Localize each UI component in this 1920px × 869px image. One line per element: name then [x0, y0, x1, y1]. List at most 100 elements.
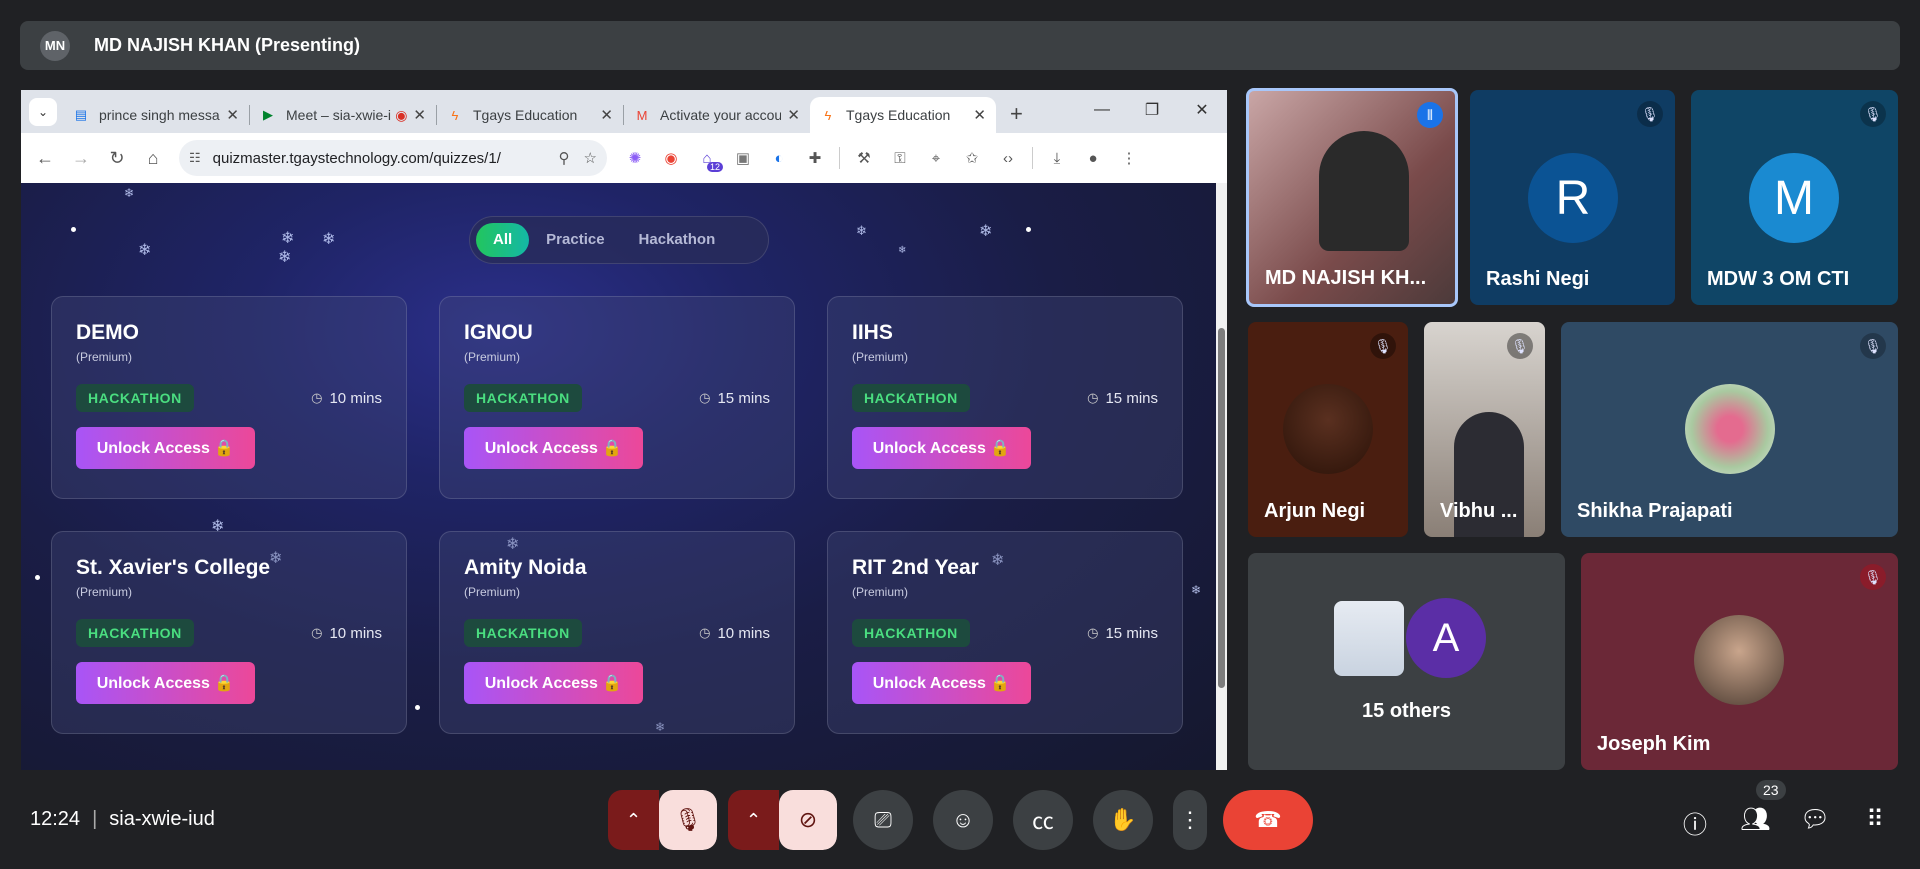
quiz-title: St. Xavier's College	[76, 556, 271, 579]
people-icon[interactable]: 👥︎	[1740, 805, 1770, 834]
participant-tile[interactable]: 🎙︎ Shikha Prajapati	[1561, 322, 1898, 537]
site-info-icon[interactable]: ☷	[189, 150, 201, 166]
activities-grid-icon[interactable]: ⠿	[1860, 805, 1890, 834]
unlock-access-button[interactable]: Unlock Access 🔒	[76, 427, 255, 469]
camera-off-button[interactable]: ⊘	[779, 790, 837, 850]
filter-practice-button[interactable]: Practice	[529, 223, 621, 257]
captions-button[interactable]: ㏄	[1013, 790, 1073, 850]
mic-off-button[interactable]: 🎙︎	[659, 790, 717, 850]
unlock-access-button[interactable]: Unlock Access 🔒	[852, 662, 1031, 704]
extension-chrome-icon[interactable]: ◉	[653, 140, 689, 176]
address-bar[interactable]: ☷ quizmaster.tgaystechnology.com/quizzes…	[179, 140, 607, 176]
snowflake-icon: ❄	[979, 223, 993, 240]
tab-search-button[interactable]: ⌄	[29, 98, 57, 126]
zoom-icon[interactable]: ⚲	[559, 149, 570, 167]
extension-house-icon[interactable]: ⌂ 12	[689, 140, 725, 176]
tab-title: Tgays Education	[473, 107, 578, 123]
browser-tab[interactable]: M Activate your account ✕	[624, 97, 810, 133]
quiz-title: RIT 2nd Year	[852, 556, 979, 579]
back-icon[interactable]: ←	[27, 140, 63, 176]
participant-tile[interactable]: 🎙︎ Vibhu ...	[1424, 322, 1545, 537]
quiz-card: Amity Noida (Premium) HACKATHON ◷ 10 mins …	[439, 531, 795, 734]
quiz-title: IGNOU	[464, 321, 533, 344]
participant-tile[interactable]: 🎙︎ M MDW 3 OM CTI	[1691, 90, 1898, 305]
unlock-access-button[interactable]: Unlock Access 🔒	[464, 662, 643, 704]
mic-off-icon: 🎙︎	[1860, 333, 1886, 359]
clock-icon: ◷	[311, 625, 323, 640]
snowflake-icon: ❄	[898, 245, 907, 256]
participant-tile[interactable]: 🎙︎ Joseph Kim	[1581, 553, 1898, 770]
star-dot	[35, 575, 40, 580]
location-pin-icon[interactable]: ⌖	[918, 140, 954, 176]
download-icon[interactable]: ⤓	[1039, 140, 1075, 176]
chat-icon[interactable]: 💬︎	[1800, 805, 1830, 834]
participant-avatar	[1283, 384, 1373, 474]
extension-gear-icon[interactable]: ✺	[617, 140, 653, 176]
raise-hand-button[interactable]: ✋	[1093, 790, 1153, 850]
close-icon[interactable]: ✕	[973, 106, 986, 124]
password-key-icon[interactable]: ⚿	[882, 140, 918, 176]
filter-all-button[interactable]: All	[476, 223, 530, 257]
extension-printer-icon[interactable]: ▣	[725, 140, 761, 176]
participant-tile[interactable]: ⦀ MD NAJISH KH...	[1246, 88, 1458, 307]
participant-initial: A	[1406, 598, 1486, 678]
hand-icon: ✋	[1109, 807, 1137, 832]
duration-text: 10 mins	[329, 389, 382, 407]
code-icon[interactable]: ‹›	[990, 140, 1026, 176]
unlock-access-button[interactable]: Unlock Access 🔒	[852, 427, 1031, 469]
others-tile[interactable]: A 15 others	[1248, 553, 1565, 770]
scrollbar-thumb[interactable]	[1218, 328, 1225, 688]
emoji-reaction-button[interactable]: ☺	[933, 790, 993, 850]
participant-name: MD NAJISH KH...	[1265, 267, 1427, 289]
extensions-puzzle-icon[interactable]: ✚	[797, 140, 833, 176]
favorites-star-icon[interactable]: ✩	[954, 140, 990, 176]
quiz-type-badge: HACKATHON	[852, 619, 970, 647]
participant-tile[interactable]: 🎙︎ R Rashi Negi	[1470, 90, 1675, 305]
meeting-info-icon[interactable]: ⓘ	[1680, 805, 1710, 840]
minimize-icon[interactable]: —	[1077, 101, 1127, 119]
audio-options-chevron-icon[interactable]: ⌃	[608, 790, 659, 850]
unlock-access-button[interactable]: Unlock Access 🔒	[76, 662, 255, 704]
participant-video	[1319, 131, 1409, 251]
unlock-access-button[interactable]: Unlock Access 🔒	[464, 427, 643, 469]
filter-hackathon-button[interactable]: Hackathon	[622, 223, 733, 257]
home-icon[interactable]: ⌂	[135, 140, 171, 176]
extension-edge-icon[interactable]: ◐	[761, 140, 797, 176]
browser-tab-active[interactable]: ϟ Tgays Education ✕	[810, 97, 996, 133]
clock-icon: ◷	[699, 625, 711, 640]
snowflake-icon: ❄	[138, 242, 152, 259]
new-tab-icon[interactable]: +	[1010, 101, 1023, 127]
hang-up-icon: ☎	[1254, 807, 1282, 832]
close-icon[interactable]: ✕	[226, 106, 239, 124]
close-window-icon[interactable]: ✕	[1177, 100, 1227, 120]
close-icon[interactable]: ✕	[413, 106, 426, 124]
close-icon[interactable]: ✕	[787, 106, 800, 124]
extension-tool-icon[interactable]: ⚒	[846, 140, 882, 176]
browser-tab[interactable]: ϟ Tgays Education ✕	[437, 97, 623, 133]
browser-tab[interactable]: ▤ prince singh message ✕	[63, 97, 249, 133]
star-dot	[1026, 227, 1031, 232]
bookmark-star-icon[interactable]: ☆	[584, 149, 597, 167]
more-options-button[interactable]: ⋮	[1173, 790, 1207, 850]
tab-strip: ⌄ ▤ prince singh message ✕ ▶ Meet – sia-…	[21, 90, 1227, 133]
kebab-menu-icon[interactable]: ⋮	[1111, 140, 1147, 176]
present-screen-button[interactable]: ⎚	[853, 790, 913, 850]
clock-icon: ◷	[1087, 390, 1099, 405]
url-text[interactable]: quizmaster.tgaystechnology.com/quizzes/1…	[213, 150, 545, 167]
page-scrollbar[interactable]	[1216, 183, 1227, 770]
forward-icon[interactable]: →	[63, 140, 99, 176]
speaking-indicator-icon: ⦀	[1417, 102, 1443, 128]
browser-tab[interactable]: ▶ Meet – sia-xwie-iud ◉ ✕	[250, 97, 436, 133]
quiz-duration: ◷ 15 mins	[1087, 625, 1158, 642]
restore-icon[interactable]: ❐	[1127, 100, 1177, 120]
close-icon[interactable]: ✕	[600, 106, 613, 124]
video-options-chevron-icon[interactable]: ⌃	[728, 790, 779, 850]
emoji-icon: ☺	[951, 807, 975, 832]
leave-call-button[interactable]: ☎	[1223, 790, 1313, 850]
participant-tile[interactable]: 🎙︎ Arjun Negi	[1248, 322, 1408, 537]
present-screen-icon: ⎚	[874, 807, 892, 832]
reload-icon[interactable]: ↻	[99, 140, 135, 176]
quiz-title: IIHS	[852, 321, 893, 344]
quiz-type-badge: HACKATHON	[76, 384, 194, 412]
profile-avatar[interactable]: ●	[1075, 140, 1111, 176]
